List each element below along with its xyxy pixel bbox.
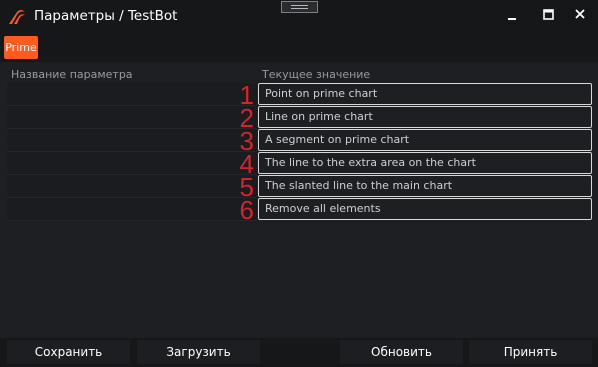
param-value-field[interactable]: The line to the extra area on the chart: [258, 152, 592, 174]
param-name-cell: [7, 83, 257, 106]
close-icon[interactable]: [570, 6, 590, 24]
load-button[interactable]: Загрузить: [137, 340, 260, 364]
save-button[interactable]: Сохранить: [7, 340, 130, 364]
param-name-cell: [7, 175, 257, 198]
accept-button[interactable]: Принять: [469, 340, 592, 364]
tab-prime[interactable]: Prime: [4, 36, 38, 59]
param-name-cell: [7, 129, 257, 152]
param-value-field[interactable]: A segment on prime chart: [258, 129, 592, 151]
title-bar[interactable]: Параметры / TestBot: [0, 0, 598, 33]
param-value-field[interactable]: Remove all elements: [258, 198, 592, 220]
maximize-icon[interactable]: [538, 6, 558, 24]
drag-grip-icon[interactable]: [281, 1, 318, 13]
tab-strip: Prime: [0, 33, 598, 62]
window-title: Параметры / TestBot: [34, 8, 178, 24]
refresh-button[interactable]: Обновить: [340, 340, 463, 364]
param-name-cell: [7, 152, 257, 175]
param-name-cell: [7, 198, 257, 221]
app-logo-icon: [9, 10, 25, 24]
param-value-field[interactable]: Point on prime chart: [258, 83, 592, 105]
column-header-value: Текущее значение: [262, 68, 371, 81]
param-value-field[interactable]: The slanted line to the main chart: [258, 175, 592, 197]
param-name-cell: [7, 106, 257, 129]
minimize-icon[interactable]: [502, 6, 522, 24]
param-value-field[interactable]: Line on prime chart: [258, 106, 592, 128]
column-header-name: Название параметра: [11, 68, 133, 81]
row-number: 6: [239, 195, 254, 225]
